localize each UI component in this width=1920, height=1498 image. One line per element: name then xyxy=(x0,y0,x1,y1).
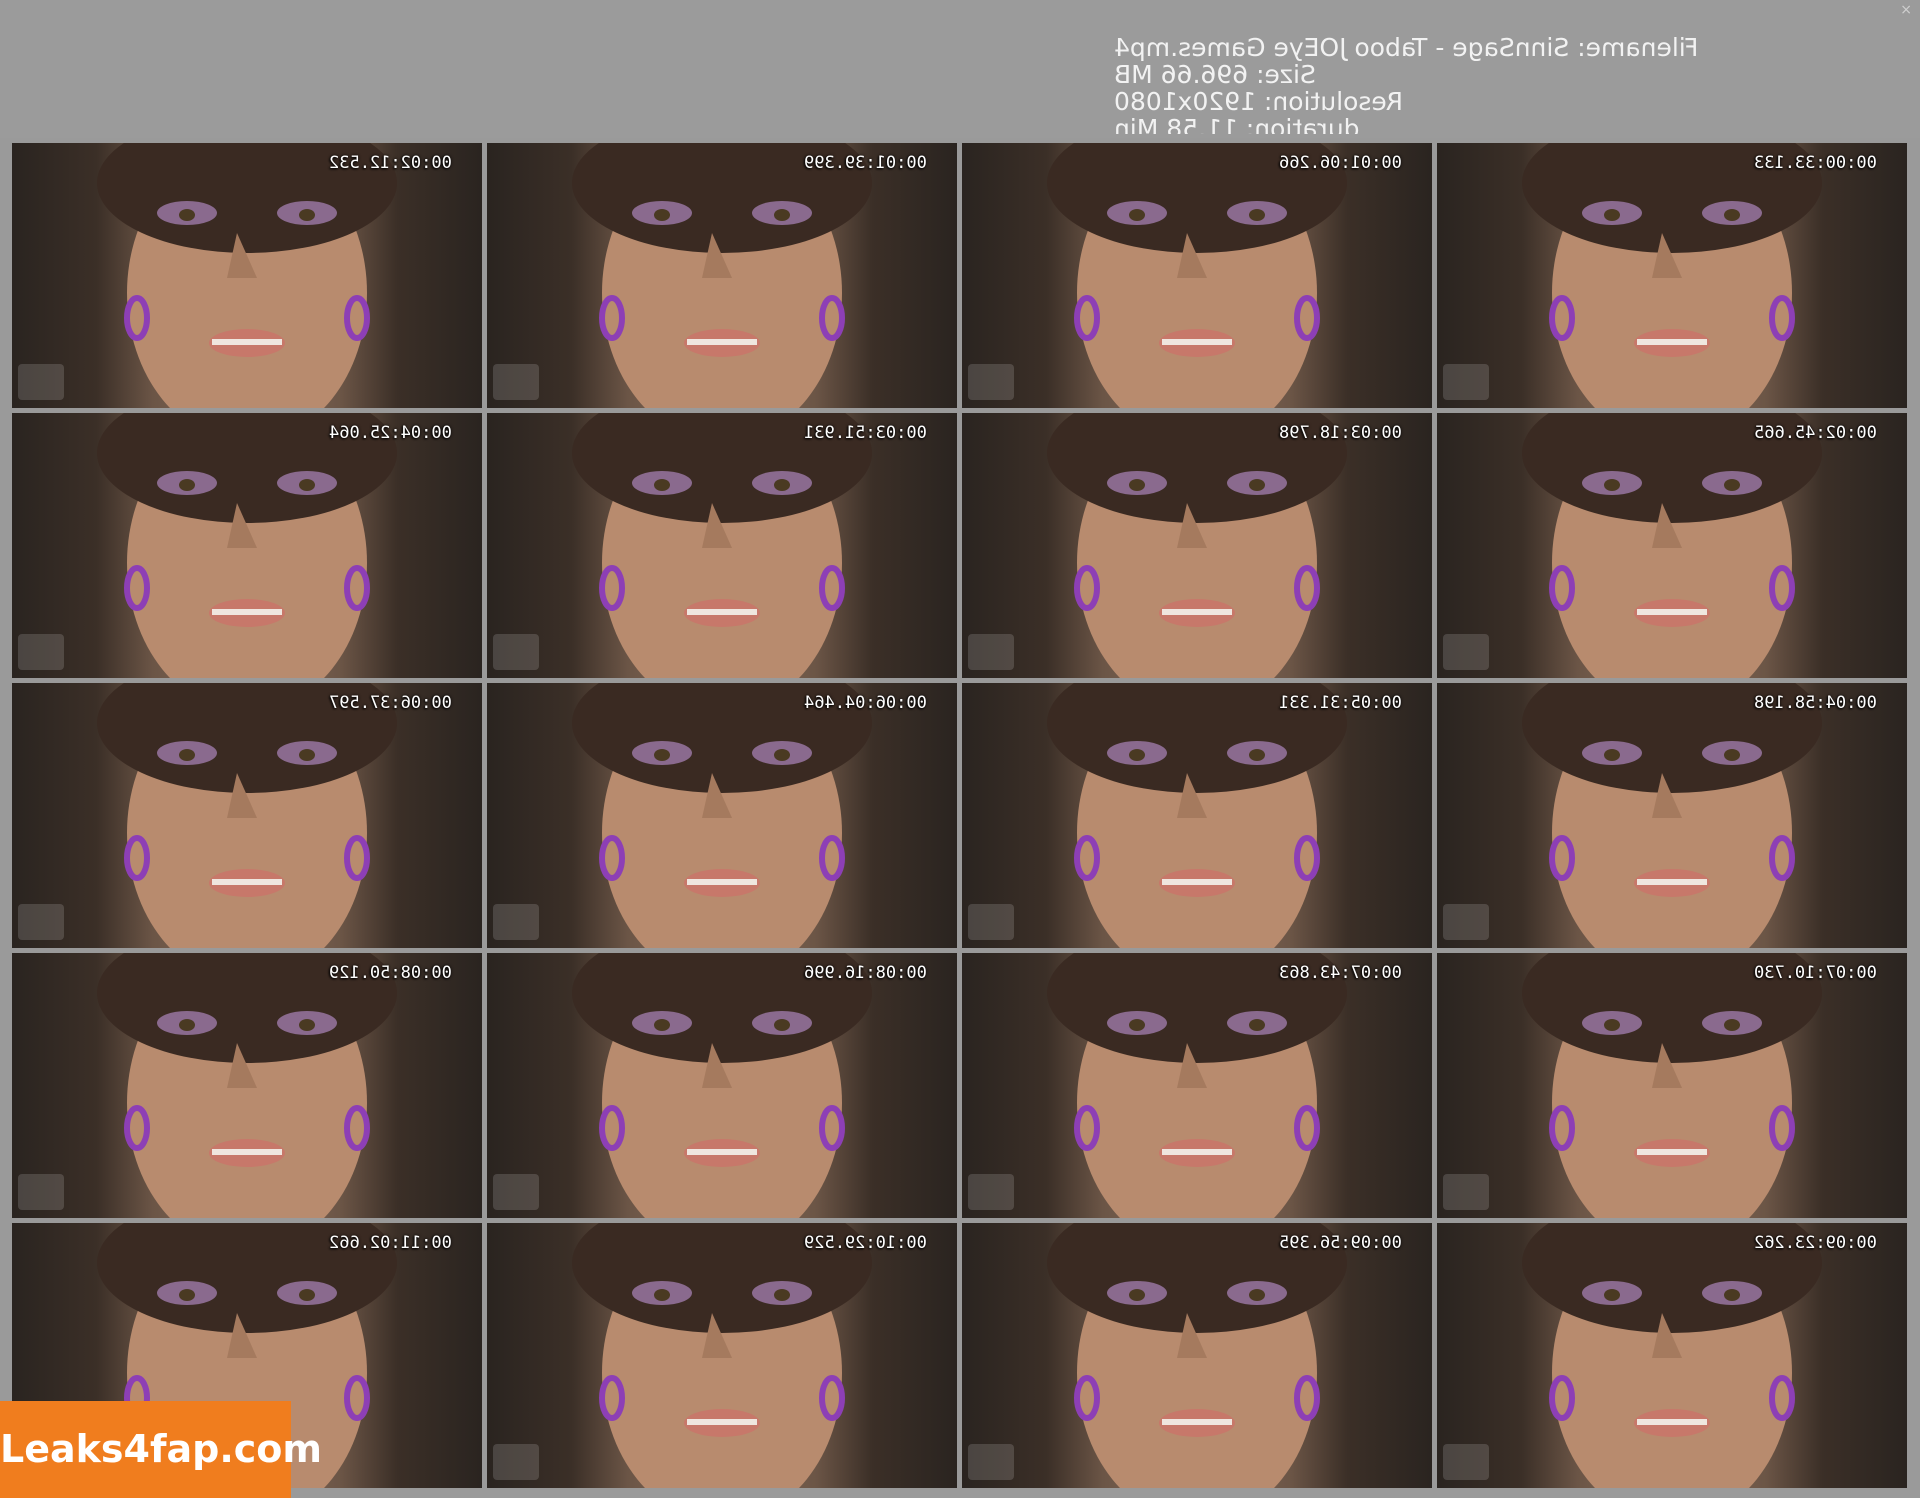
timestamp-label: 00:07:43.863 xyxy=(1279,963,1402,983)
timestamp-label: 00:02:12.532 xyxy=(329,153,452,173)
channel-logo-icon xyxy=(968,904,1014,940)
close-icon[interactable]: × xyxy=(1900,2,1912,18)
timestamp-label: 00:03:18.798 xyxy=(1279,423,1402,443)
frame-image xyxy=(1047,143,1347,408)
frame-image xyxy=(1522,1223,1822,1488)
frame-image xyxy=(572,953,872,1218)
video-thumbnail[interactable]: 00:07:43.863 xyxy=(962,953,1432,1218)
channel-logo-icon xyxy=(493,1174,539,1210)
channel-logo-icon xyxy=(18,364,64,400)
frame-image xyxy=(97,143,397,408)
frame-image xyxy=(1047,953,1347,1218)
timestamp-label: 00:08:16.996 xyxy=(804,963,927,983)
timestamp-label: 00:07:10.730 xyxy=(1754,963,1877,983)
video-thumbnail[interactable]: 00:10:29.529 xyxy=(487,1223,957,1488)
channel-logo-icon xyxy=(1443,1174,1489,1210)
timestamp-label: 00:02:45.665 xyxy=(1754,423,1877,443)
frame-image xyxy=(1047,683,1347,948)
video-thumbnail[interactable]: 00:04:25.064 xyxy=(12,413,482,678)
frame-image xyxy=(572,683,872,948)
video-thumbnail[interactable]: 00:08:50.129 xyxy=(12,953,482,1218)
channel-logo-icon xyxy=(968,1444,1014,1480)
channel-logo-icon xyxy=(493,634,539,670)
video-thumbnail[interactable]: 00:06:04.464 xyxy=(487,683,957,948)
channel-logo-icon xyxy=(1443,1444,1489,1480)
video-thumbnail[interactable]: 00:09:23.262 xyxy=(1437,1223,1907,1488)
channel-logo-icon xyxy=(18,904,64,940)
site-watermark[interactable]: Leaks4fap.com xyxy=(0,1401,322,1498)
video-thumbnail[interactable]: 00:01:06.266 xyxy=(962,143,1432,408)
timestamp-label: 00:04:58.198 xyxy=(1754,693,1877,713)
timestamp-label: 00:06:04.464 xyxy=(804,693,927,713)
video-thumbnail[interactable]: 00:00:33.133 xyxy=(1437,143,1907,408)
channel-logo-icon xyxy=(1443,364,1489,400)
frame-image xyxy=(97,953,397,1218)
frame-image xyxy=(1522,953,1822,1218)
timestamp-label: 00:03:51.931 xyxy=(804,423,927,443)
contact-sheet-header: × Filename: SinnSage - Taboo JOEye Games… xyxy=(0,0,1920,138)
duration-line: duration: 11.58 Min xyxy=(1114,114,1360,134)
file-metadata: Filename: SinnSage - Taboo JOEye Games.m… xyxy=(1114,34,1874,134)
thumbnail-grid: 00:02:12.532 00:01:39.399 00:01:06.266 00:0… xyxy=(12,143,1907,1488)
timestamp-label: 00:08:50.129 xyxy=(329,963,452,983)
timestamp-label: 00:09:23.262 xyxy=(1754,1233,1877,1253)
filename-line: Filename: SinnSage - Taboo JOEye Games.m… xyxy=(1114,34,1699,62)
channel-logo-icon xyxy=(18,1174,64,1210)
channel-logo-icon xyxy=(968,1174,1014,1210)
video-thumbnail[interactable]: 00:08:16.996 xyxy=(487,953,957,1218)
frame-image xyxy=(97,413,397,678)
channel-logo-icon xyxy=(1443,904,1489,940)
video-thumbnail[interactable]: 00:01:39.399 xyxy=(487,143,957,408)
timestamp-label: 00:10:29.529 xyxy=(804,1233,927,1253)
timestamp-label: 00:05:31.331 xyxy=(1279,693,1402,713)
timestamp-label: 00:00:33.133 xyxy=(1754,153,1877,173)
video-thumbnail[interactable]: 00:09:56.395 xyxy=(962,1223,1432,1488)
frame-image xyxy=(97,683,397,948)
channel-logo-icon xyxy=(493,904,539,940)
channel-logo-icon xyxy=(493,1444,539,1480)
channel-logo-icon xyxy=(493,364,539,400)
frame-image xyxy=(1522,413,1822,678)
channel-logo-icon xyxy=(968,634,1014,670)
video-thumbnail[interactable]: 00:07:10.730 xyxy=(1437,953,1907,1218)
timestamp-label: 00:11:02.662 xyxy=(329,1233,452,1253)
video-thumbnail[interactable]: 00:02:12.532 xyxy=(12,143,482,408)
video-thumbnail[interactable]: 00:03:18.798 xyxy=(962,413,1432,678)
frame-image xyxy=(1047,413,1347,678)
timestamp-label: 00:06:37.597 xyxy=(329,693,452,713)
frame-image xyxy=(1522,683,1822,948)
frame-image xyxy=(1522,143,1822,408)
video-thumbnail[interactable]: 00:04:58.198 xyxy=(1437,683,1907,948)
frame-image xyxy=(1047,1223,1347,1488)
video-thumbnail[interactable]: 00:05:31.331 xyxy=(962,683,1432,948)
timestamp-label: 00:09:56.395 xyxy=(1279,1233,1402,1253)
channel-logo-icon xyxy=(968,364,1014,400)
video-thumbnail[interactable]: 00:02:45.665 xyxy=(1437,413,1907,678)
frame-image xyxy=(572,143,872,408)
timestamp-label: 00:01:39.399 xyxy=(804,153,927,173)
frame-image xyxy=(572,1223,872,1488)
channel-logo-icon xyxy=(18,634,64,670)
timestamp-label: 00:04:25.064 xyxy=(329,423,452,443)
video-thumbnail[interactable]: 00:03:51.931 xyxy=(487,413,957,678)
size-line: Size: 696.66 MB xyxy=(1114,60,1316,89)
channel-logo-icon xyxy=(1443,634,1489,670)
video-thumbnail[interactable]: 00:06:37.597 xyxy=(12,683,482,948)
frame-image xyxy=(572,413,872,678)
resolution-line: Resolution: 1920x1080 xyxy=(1114,87,1404,116)
timestamp-label: 00:01:06.266 xyxy=(1279,153,1402,173)
